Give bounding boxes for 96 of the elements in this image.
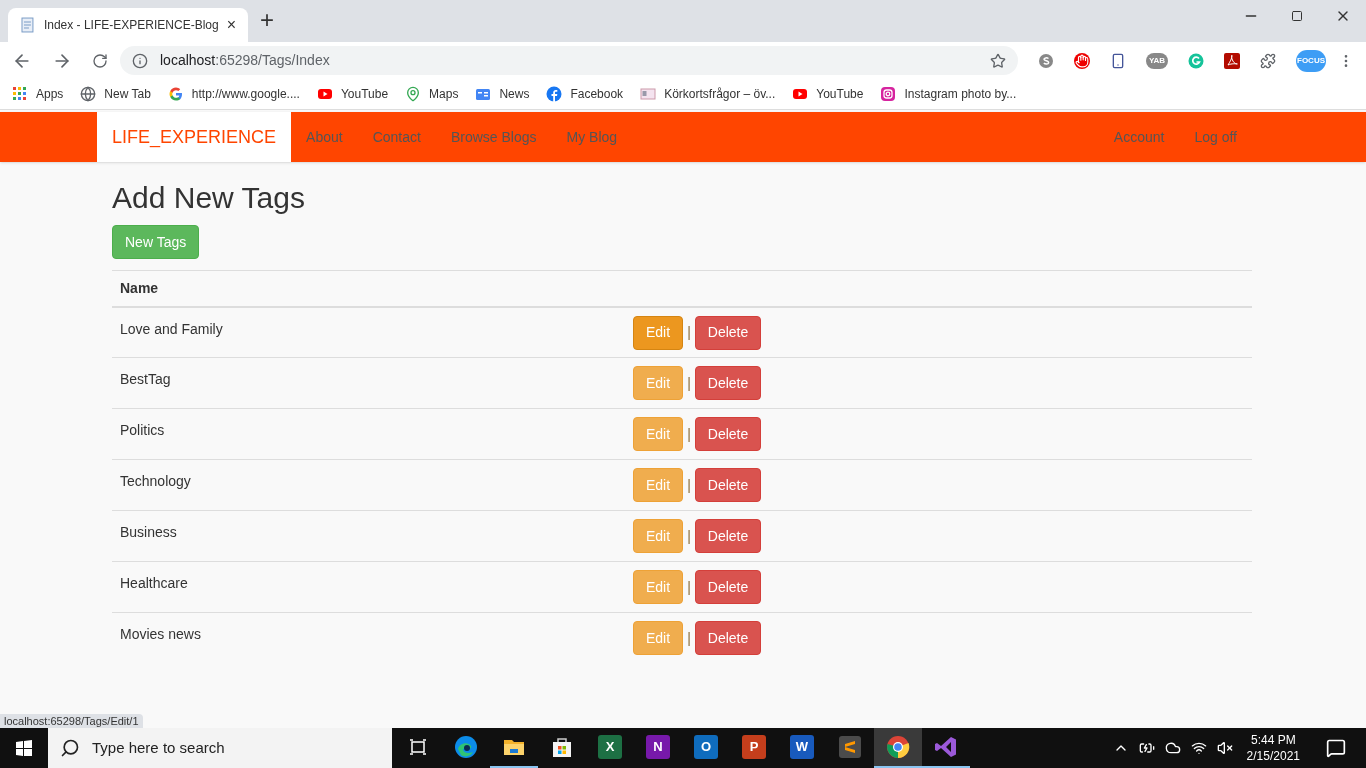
bookmark-link[interactable]: YouTube: [316, 85, 389, 103]
page-heading: Add New Tags: [112, 180, 305, 216]
nav-link[interactable]: About: [291, 112, 358, 162]
status-url: localhost:65298/Tags/Edit/1: [0, 714, 143, 728]
star-icon[interactable]: [990, 52, 1006, 69]
nav-link[interactable]: Browse Blogs: [435, 112, 552, 162]
app-tile-icon: N: [646, 735, 670, 759]
taskbar-app-button[interactable]: [874, 728, 922, 768]
bookmark-link[interactable]: Körkortsfrågor – öv...: [640, 85, 776, 103]
puzzle-icon[interactable]: [1260, 52, 1276, 69]
table-cell: BestTag: [112, 357, 625, 409]
bookmark-link[interactable]: Facebook: [546, 85, 624, 103]
battery-icon[interactable]: [1138, 740, 1155, 756]
app-tile-icon: P: [742, 735, 766, 759]
bookmark-link[interactable]: News: [475, 85, 530, 103]
search-icon: [60, 738, 80, 758]
nav-link[interactable]: Account: [1098, 112, 1180, 162]
facebook-icon: [546, 86, 563, 102]
apps-grid-icon: [12, 86, 28, 102]
bookmark-link[interactable]: Apps: [12, 85, 64, 103]
table-cell: Movies news: [112, 612, 625, 664]
nav-link[interactable]: Contact: [357, 112, 436, 162]
instagram-icon: [880, 86, 897, 102]
separator-text: |: [687, 424, 691, 444]
table-cell: Business: [112, 510, 625, 562]
browser-tab[interactable]: Index - LIFE-EXPERIENCE-Blog ×: [8, 8, 248, 42]
url-text: localhost:65298/Tags/Index: [160, 51, 331, 70]
app-tile-icon: W: [790, 735, 814, 759]
separator-text: |: [687, 577, 691, 597]
google-icon: [167, 86, 184, 102]
delete-button[interactable]: Delete: [694, 519, 762, 553]
taskbar-app-button[interactable]: X: [586, 728, 634, 768]
separator-text: |: [687, 475, 691, 495]
taskbar-search-field[interactable]: Type here to search: [48, 728, 392, 768]
shopping-bag-icon: [550, 735, 574, 759]
edge-icon: [454, 735, 478, 759]
bookmark-link[interactable]: http://www.google....: [167, 85, 300, 103]
globe-icon: [80, 86, 97, 102]
notification-icon[interactable]: [1326, 738, 1346, 758]
muted-speaker-icon[interactable]: [1216, 740, 1233, 756]
page-icon: [20, 17, 36, 33]
table-cell: Politics: [112, 408, 625, 460]
table-cell: Technology: [112, 459, 625, 511]
tab-title: Index - LIFE-EXPERIENCE-Blog: [43, 17, 219, 34]
info-icon: [132, 52, 148, 69]
bookmark-link[interactable]: Instagram photo by...: [880, 85, 1017, 103]
play-icon: [316, 86, 333, 102]
news-icon: [475, 86, 492, 102]
separator-text: |: [687, 373, 691, 393]
nav-link[interactable]: Log off: [1179, 112, 1252, 162]
address-bar[interactable]: localhost:65298/Tags/Index: [120, 46, 1018, 75]
column-header: Name: [112, 270, 625, 307]
nav-link[interactable]: My Blog: [551, 112, 633, 162]
chrome-icon: [886, 735, 910, 759]
bookmark-link[interactable]: New Tab: [80, 85, 151, 103]
profile-avatar[interactable]: FOCUS: [1296, 49, 1326, 72]
delete-button[interactable]: Delete: [694, 468, 762, 502]
separator-text: |: [687, 323, 691, 342]
stop-hand-icon[interactable]: [1074, 52, 1090, 69]
map-pin-icon: [405, 86, 422, 102]
bookmark-link[interactable]: Maps: [405, 85, 459, 103]
reload-icon[interactable]: [92, 52, 108, 69]
table-cell: Love and Family: [112, 306, 625, 358]
skype-icon[interactable]: [1038, 52, 1054, 69]
delete-button[interactable]: Delete: [694, 315, 762, 350]
extension-badge[interactable]: YAB: [1146, 52, 1168, 69]
delete-button[interactable]: Delete: [694, 417, 762, 451]
table-cell: Healthcare: [112, 561, 625, 613]
delete-button[interactable]: Delete: [694, 621, 762, 655]
clock[interactable]: 5:44 PM 2/15/2021: [1242, 732, 1304, 764]
bookmark-link[interactable]: YouTube: [792, 85, 864, 103]
card-icon: [640, 86, 657, 102]
wifi-icon[interactable]: [1190, 740, 1207, 756]
separator-text: |: [687, 526, 691, 546]
cloud-icon[interactable]: [1164, 740, 1181, 756]
taskbar-app-button[interactable]: W: [778, 728, 826, 768]
new-tags-button[interactable]: New Tags: [112, 225, 200, 259]
separator-text: |: [687, 628, 691, 648]
play-icon: [792, 86, 809, 102]
task-view-icon: [408, 737, 428, 757]
visual-studio-icon: [934, 735, 958, 759]
brand-link[interactable]: LIFE_EXPERIENCE: [97, 112, 292, 162]
phone-icon[interactable]: [1110, 52, 1126, 69]
delete-button[interactable]: Delete: [694, 570, 762, 604]
app-tile-icon: X: [598, 735, 622, 759]
taskbar-app-button[interactable]: O: [682, 728, 730, 768]
pdf-icon[interactable]: [1224, 52, 1240, 69]
taskbar-app-button[interactable]: P: [730, 728, 778, 768]
new-tab-button[interactable]: +: [260, 2, 274, 38]
taskbar-app-button[interactable]: N: [634, 728, 682, 768]
sublime-icon: [838, 735, 862, 759]
maximize-icon[interactable]: [1291, 10, 1303, 22]
app-tile-icon: O: [694, 735, 718, 759]
delete-button[interactable]: Delete: [694, 366, 762, 400]
edit-button[interactable]: Edit: [633, 315, 684, 350]
tab-close-button[interactable]: ×: [226, 13, 236, 37]
